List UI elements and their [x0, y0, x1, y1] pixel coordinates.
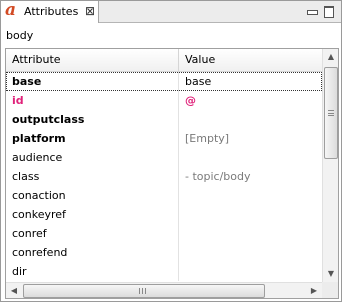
table-row[interactable]: dir [6, 262, 322, 281]
attribute-value-cell[interactable] [179, 186, 322, 205]
column-header-value[interactable]: Value [179, 49, 322, 71]
table-row[interactable]: base base [6, 72, 322, 91]
table-row[interactable]: conrefend [6, 243, 322, 262]
tab-title: Attributes [24, 5, 79, 18]
grip-icon [139, 288, 146, 294]
attribute-value-cell[interactable]: base [179, 72, 322, 91]
table-row[interactable]: conkeyref [6, 205, 322, 224]
close-icon[interactable]: ⊠ [83, 4, 97, 18]
horizontal-scrollbar[interactable]: ◀ ▶ [6, 282, 322, 298]
attribute-value-cell[interactable] [179, 262, 322, 281]
table-row[interactable]: conref [6, 224, 322, 243]
attribute-name-cell: conrefend [6, 243, 179, 262]
minimize-icon[interactable] [306, 5, 318, 17]
scroll-right-icon[interactable]: ▶ [306, 283, 322, 298]
attribute-name-cell: class [6, 167, 179, 186]
attribute-name-cell: dir [6, 262, 179, 281]
attribute-name-cell: base [6, 72, 179, 91]
view-title-bar: a Attributes ⊠ [1, 1, 341, 23]
grip-icon [328, 110, 334, 116]
scroll-down-icon[interactable]: ▼ [323, 266, 338, 282]
scroll-left-icon[interactable]: ◀ [6, 283, 22, 298]
attribute-name-cell: conkeyref [6, 205, 179, 224]
attribute-value-cell[interactable]: [Empty] [179, 129, 322, 148]
column-header-attribute[interactable]: Attribute [6, 49, 179, 71]
table-row[interactable]: conaction [6, 186, 322, 205]
table-row[interactable]: platform [Empty] [6, 129, 322, 148]
attribute-value-cell[interactable]: - topic/body [179, 167, 322, 186]
attribute-value-cell[interactable] [179, 224, 322, 243]
attributes-app-icon: a [5, 0, 17, 20]
attributes-view: a Attributes ⊠ body Attribute Value base… [0, 0, 342, 302]
attribute-value-cell[interactable] [179, 243, 322, 262]
attribute-name-cell: conaction [6, 186, 179, 205]
attribute-value-cell[interactable] [179, 148, 322, 167]
maximize-icon[interactable] [323, 5, 335, 18]
attribute-name-cell: platform [6, 129, 179, 148]
tab-attributes[interactable]: a Attributes ⊠ [1, 1, 99, 23]
element-context-label: body [6, 29, 34, 42]
attribute-name-cell: audience [6, 148, 179, 167]
table-body: base base id @ outputclass platform [Empty] aud… [6, 72, 322, 281]
attribute-value-cell[interactable]: @ [179, 91, 322, 110]
attributes-table: Attribute Value base base id @ outputclass pl… [5, 48, 339, 299]
vertical-scroll-thumb[interactable] [324, 67, 338, 159]
attribute-name-cell: conref [6, 224, 179, 243]
horizontal-scroll-thumb[interactable] [23, 284, 265, 298]
scroll-up-icon[interactable]: ▲ [323, 49, 338, 65]
attribute-value-cell[interactable] [179, 205, 322, 224]
table-row[interactable]: audience [6, 148, 322, 167]
table-row[interactable]: outputclass [6, 110, 322, 129]
attribute-name-cell: id [6, 91, 179, 110]
attribute-value-cell[interactable] [179, 110, 322, 129]
table-header: Attribute Value [6, 49, 322, 72]
attribute-name-cell: outputclass [6, 110, 179, 129]
scrollbar-corner [322, 282, 338, 298]
table-row[interactable]: id @ [6, 91, 322, 110]
vertical-scrollbar[interactable]: ▲ ▼ [322, 49, 338, 282]
table-row[interactable]: class - topic/body [6, 167, 322, 186]
